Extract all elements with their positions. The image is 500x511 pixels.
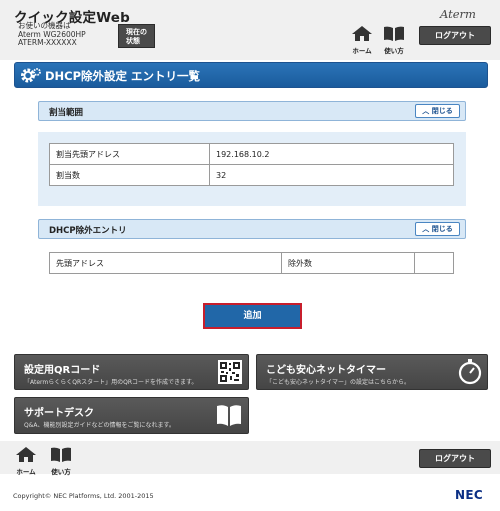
add-button[interactable]: 追加 bbox=[203, 303, 302, 329]
assigned-range-table: 割当先頭アドレス 192.168.10.2 割当数 32 bbox=[49, 143, 454, 186]
footer-guide-nav[interactable]: 使い方 bbox=[48, 447, 74, 476]
status-button-line1: 現在の bbox=[126, 28, 147, 36]
assigned-range-header: 割当範囲 ︿ 閉じる bbox=[38, 101, 466, 121]
row-value: 32 bbox=[209, 164, 454, 186]
model-info: お使いの機器は Aterm WG2600HP ATERM-XXXXXX bbox=[18, 21, 86, 48]
home-label: ホーム bbox=[352, 47, 372, 55]
exclusion-entries-heading: DHCP除外エントリ bbox=[49, 226, 127, 236]
col-start-address: 先頭アドレス bbox=[49, 252, 282, 274]
support-desk-tile[interactable]: サポートデスク Q&A、機能別設定ガイドなどの情報をご覧になれます。 bbox=[14, 397, 249, 434]
nec-logo: NEC bbox=[455, 488, 483, 502]
kids-net-timer-tile[interactable]: こども安心ネットタイマー 「こども安心ネットタイマー」の設定はこちらから。 bbox=[256, 354, 488, 390]
stopwatch-icon bbox=[458, 359, 482, 385]
book-icon bbox=[217, 405, 241, 426]
qr-tile-title: 設定用QRコード bbox=[24, 365, 101, 376]
footer-home-label: ホーム bbox=[16, 468, 36, 476]
kids-tile-desc: 「こども安心ネットタイマー」の設定はこちらから。 bbox=[266, 379, 411, 386]
qr-code-tile[interactable]: 設定用QRコード 「AtermらくらくQRスタート」用のQRコードを作成できます… bbox=[14, 354, 249, 390]
row-label: 割当数 bbox=[49, 164, 210, 186]
footer-home-nav[interactable]: ホーム bbox=[15, 447, 37, 476]
footer-logout-button[interactable]: ログアウト bbox=[419, 449, 491, 468]
kids-tile-title: こども安心ネットタイマー bbox=[266, 365, 386, 376]
table-row: 割当先頭アドレス 192.168.10.2 bbox=[49, 143, 454, 165]
home-icon bbox=[16, 447, 36, 462]
copyright: Copyright© NEC Platforms, Ltd. 2001-2015 bbox=[13, 492, 154, 500]
row-value: 192.168.10.2 bbox=[209, 143, 454, 165]
qr-code-icon bbox=[218, 360, 242, 384]
page-title: DHCP除外設定 エントリ一覧 bbox=[45, 69, 201, 83]
support-tile-desc: Q&A、機能別設定ガイドなどの情報をご覧になれます。 bbox=[24, 422, 175, 429]
support-tile-title: サポートデスク bbox=[24, 408, 94, 419]
home-nav[interactable]: ホーム bbox=[349, 26, 375, 55]
aterm-logo: Aterm bbox=[440, 7, 476, 21]
gear-icon bbox=[21, 68, 41, 83]
exclusion-entries-close-button[interactable]: ︿ 閉じる bbox=[415, 222, 460, 236]
row-label: 割当先頭アドレス bbox=[49, 143, 210, 165]
qr-tile-desc: 「AtermらくらくQRスタート」用のQRコードを作成できます。 bbox=[24, 379, 198, 386]
status-button-line2: 状態 bbox=[126, 36, 140, 45]
close-label: 閉じる bbox=[431, 225, 453, 233]
assigned-range-close-button[interactable]: ︿ 閉じる bbox=[415, 104, 460, 118]
chevron-up-icon: ︿ bbox=[422, 107, 430, 115]
guide-label: 使い方 bbox=[384, 47, 404, 55]
book-icon bbox=[51, 447, 71, 462]
current-status-button[interactable]: 現在の 状態 bbox=[118, 24, 155, 48]
exclusion-entries-header: DHCP除外エントリ ︿ 閉じる bbox=[38, 219, 466, 239]
footer-guide-label: 使い方 bbox=[51, 468, 71, 476]
model-id: ATERM-XXXXXX bbox=[18, 38, 77, 48]
chevron-up-icon: ︿ bbox=[422, 225, 430, 233]
guide-nav[interactable]: 使い方 bbox=[381, 26, 407, 55]
col-actions bbox=[414, 252, 454, 274]
page-title-bar: DHCP除外設定 エントリ一覧 bbox=[14, 62, 488, 88]
table-header-row: 先頭アドレス 除外数 bbox=[49, 252, 454, 274]
table-row: 割当数 32 bbox=[49, 164, 454, 186]
exclusion-entries-table: 先頭アドレス 除外数 bbox=[49, 252, 454, 274]
home-icon bbox=[352, 26, 372, 41]
close-label: 閉じる bbox=[431, 107, 453, 115]
col-exclude-count: 除外数 bbox=[281, 252, 415, 274]
logout-button[interactable]: ログアウト bbox=[419, 26, 491, 45]
assigned-range-heading: 割当範囲 bbox=[49, 108, 84, 118]
book-icon bbox=[384, 26, 404, 41]
